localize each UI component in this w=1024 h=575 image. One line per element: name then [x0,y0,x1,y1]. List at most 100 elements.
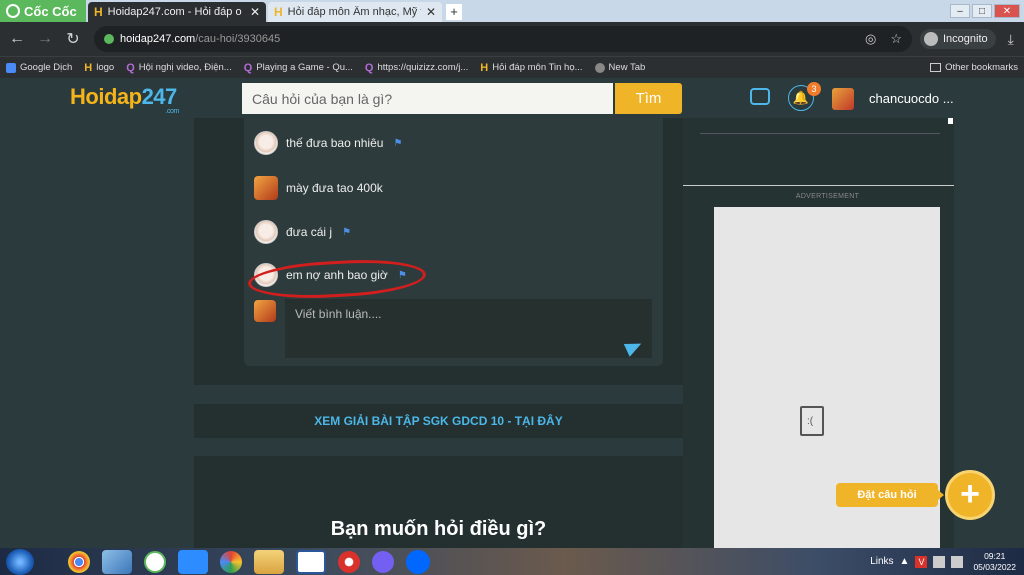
ask-question-button[interactable]: Đặt câu hỏi [836,483,944,507]
address-bar[interactable]: hoidap247.com/cau-hoi/3930645 ◎ ☆ [94,26,912,52]
eye-off-icon[interactable]: ◎ [865,31,876,47]
bookmark-new-tab[interactable]: New Tab [589,62,652,73]
url-host: hoidap247.com [120,33,196,45]
v-tray-icon[interactable]: V [915,555,928,568]
windows-taskbar: Links ▲ V 09:21 05/03/2022 [0,548,1024,575]
file-explorer-icon[interactable] [254,549,284,574]
incognito-badge[interactable]: Incognito [920,29,996,49]
hoidap-icon: H [480,61,489,74]
avatar[interactable] [254,220,278,244]
chrome-icon[interactable] [68,550,90,573]
date: 05/03/2022 [973,561,1016,572]
other-bookmarks[interactable]: Other bookmarks [924,62,1024,73]
paint-icon[interactable] [102,549,132,574]
zoom-icon[interactable] [178,549,208,574]
maximize-icon[interactable]: □ [972,4,992,18]
coccoc-brand-button[interactable]: Cốc Cốc [0,0,86,22]
google-translate-icon [6,62,16,73]
bookmark-hoi-nghi-video[interactable]: Q Hội nghị video, Điện... [120,62,238,74]
bookmark-label: https://quizizz.com/j... [377,62,469,73]
comment-item: mày đưa tao 400k [254,176,383,200]
color-picker-icon[interactable] [220,550,242,573]
bookmark-quizizz-join[interactable]: Qhttps://quizizz.com/j... [359,62,474,74]
system-tray: Links ▲ V 09:21 05/03/2022 [870,551,1024,573]
avatar[interactable] [254,176,278,200]
chevron-up-icon[interactable]: ▲ [900,556,910,567]
flag-icon[interactable]: ⚑ [342,227,351,238]
bookmark-logo[interactable]: Hlogo [78,62,120,74]
reload-icon[interactable]: ↻ [62,29,84,49]
zalo-icon[interactable] [406,549,430,574]
minimize-icon[interactable]: – [950,4,970,18]
incognito-label: Incognito [943,33,988,45]
browser-toolbar: ← → ↻ hoidap247.com/cau-hoi/3930645 ◎ ☆ … [0,22,1024,56]
quizizz-icon: Q [364,61,374,74]
logo-number: 247 [141,84,178,109]
hoidap-favicon-icon: H [274,5,283,19]
scrollbar-thumb[interactable] [948,118,953,124]
tab-title: Hoidap247.com - Hỏi đáp o [107,6,242,18]
search-button[interactable]: Tìm [615,83,682,114]
sidebar-separator [683,185,954,186]
quizizz-icon: Q [243,61,253,74]
flag-icon[interactable]: ⚑ [393,138,402,149]
network-icon[interactable] [933,555,946,568]
star-bookmark-icon[interactable]: ☆ [890,31,902,47]
hoidap-icon: H [84,61,93,74]
tab-hoidap247[interactable]: H Hoidap247.com - Hỏi đáp o ✕ [88,2,266,22]
windows-start-icon[interactable] [6,548,34,575]
tab-title: Hỏi đáp môn Âm nhạc, Mỹ tì [287,6,421,18]
site-logo[interactable]: Hoidap247 .com [70,84,179,115]
bookmarks-bar: Google Dịch Hlogo Q Hội nghị video, Điện.… [0,56,1024,78]
bookmark-google-dich[interactable]: Google Dịch [0,62,78,73]
comment-item: thế đưa bao nhiêu ⚑ [254,131,402,155]
gdcd-link[interactable]: XEM GIẢI BÀI TẬP SGK GDCD 10 - TẠI ĐÂY [314,414,562,428]
close-window-icon[interactable]: ✕ [994,4,1020,18]
notification-badge: 3 [807,82,821,96]
window-controls: – □ ✕ [950,0,1024,22]
quizizz-icon: Q [126,61,135,74]
back-arrow-icon[interactable]: ← [6,30,28,48]
avatar[interactable] [254,131,278,155]
brand-label: Cốc Cốc [24,3,77,19]
viber-icon[interactable] [372,550,394,573]
hoidap-favicon-icon: H [94,5,103,19]
avatar[interactable] [832,88,854,110]
clock[interactable]: 09:21 05/03/2022 [973,551,1016,573]
tab-close-icon[interactable]: ✕ [250,5,260,19]
tab-close-icon[interactable]: ✕ [426,5,436,19]
question-search-input[interactable] [242,83,613,114]
url-path: /cau-hoi/3930645 [195,33,281,45]
avatar [254,300,276,322]
ask-title: Bạn muốn hỏi điều gì? [330,518,547,540]
browser-tab-bar: Cốc Cốc H Hoidap247.com - Hỏi đáp o ✕ H … [0,0,1024,22]
logo-suffix: .com [165,108,180,115]
coccoc-logo-icon [6,4,20,18]
comment-text: thế đưa bao nhiêu [286,136,384,150]
site-header: Hoidap247 .com Tìm 🔔 3 chancuocdo ... [0,78,1024,118]
links-toolbar[interactable]: Links [870,556,893,567]
plus-icon[interactable]: + [945,470,995,520]
bookmark-playing-game[interactable]: Q Playing a Game - Qu... [238,62,359,74]
download-icon[interactable]: ⤓ [1008,31,1014,48]
bookmark-label: Hỏi đáp môn Tin họ... [492,62,583,73]
coccoc-icon[interactable] [144,550,166,573]
secure-lock-icon [104,34,114,44]
forward-arrow-icon[interactable]: → [34,30,56,48]
username[interactable]: chancuocdo ... [869,91,954,106]
bookmark-tin-hoc[interactable]: H Hỏi đáp môn Tin họ... [474,62,588,74]
ad-label: ADVERTISEMENT [795,193,860,200]
word-icon[interactable] [296,549,326,574]
unikey-icon[interactable] [338,550,360,573]
broken-page-icon [800,406,824,436]
tab-am-nhac[interactable]: H Hỏi đáp môn Âm nhạc, Mỹ tì ✕ [268,2,442,22]
comment-text: mày đưa tao 400k [286,181,383,195]
new-tab-button[interactable]: + [446,4,462,20]
chat-icon[interactable] [750,88,770,105]
gdcd-banner: XEM GIẢI BÀI TẬP SGK GDCD 10 - TẠI ĐÂY [194,404,683,438]
volume-icon[interactable] [951,555,964,568]
bookmark-label: Other bookmarks [945,62,1018,73]
bookmark-label: Hội nghị video, Điện... [138,62,232,73]
folder-icon [930,63,942,72]
comment-input[interactable] [285,299,652,358]
